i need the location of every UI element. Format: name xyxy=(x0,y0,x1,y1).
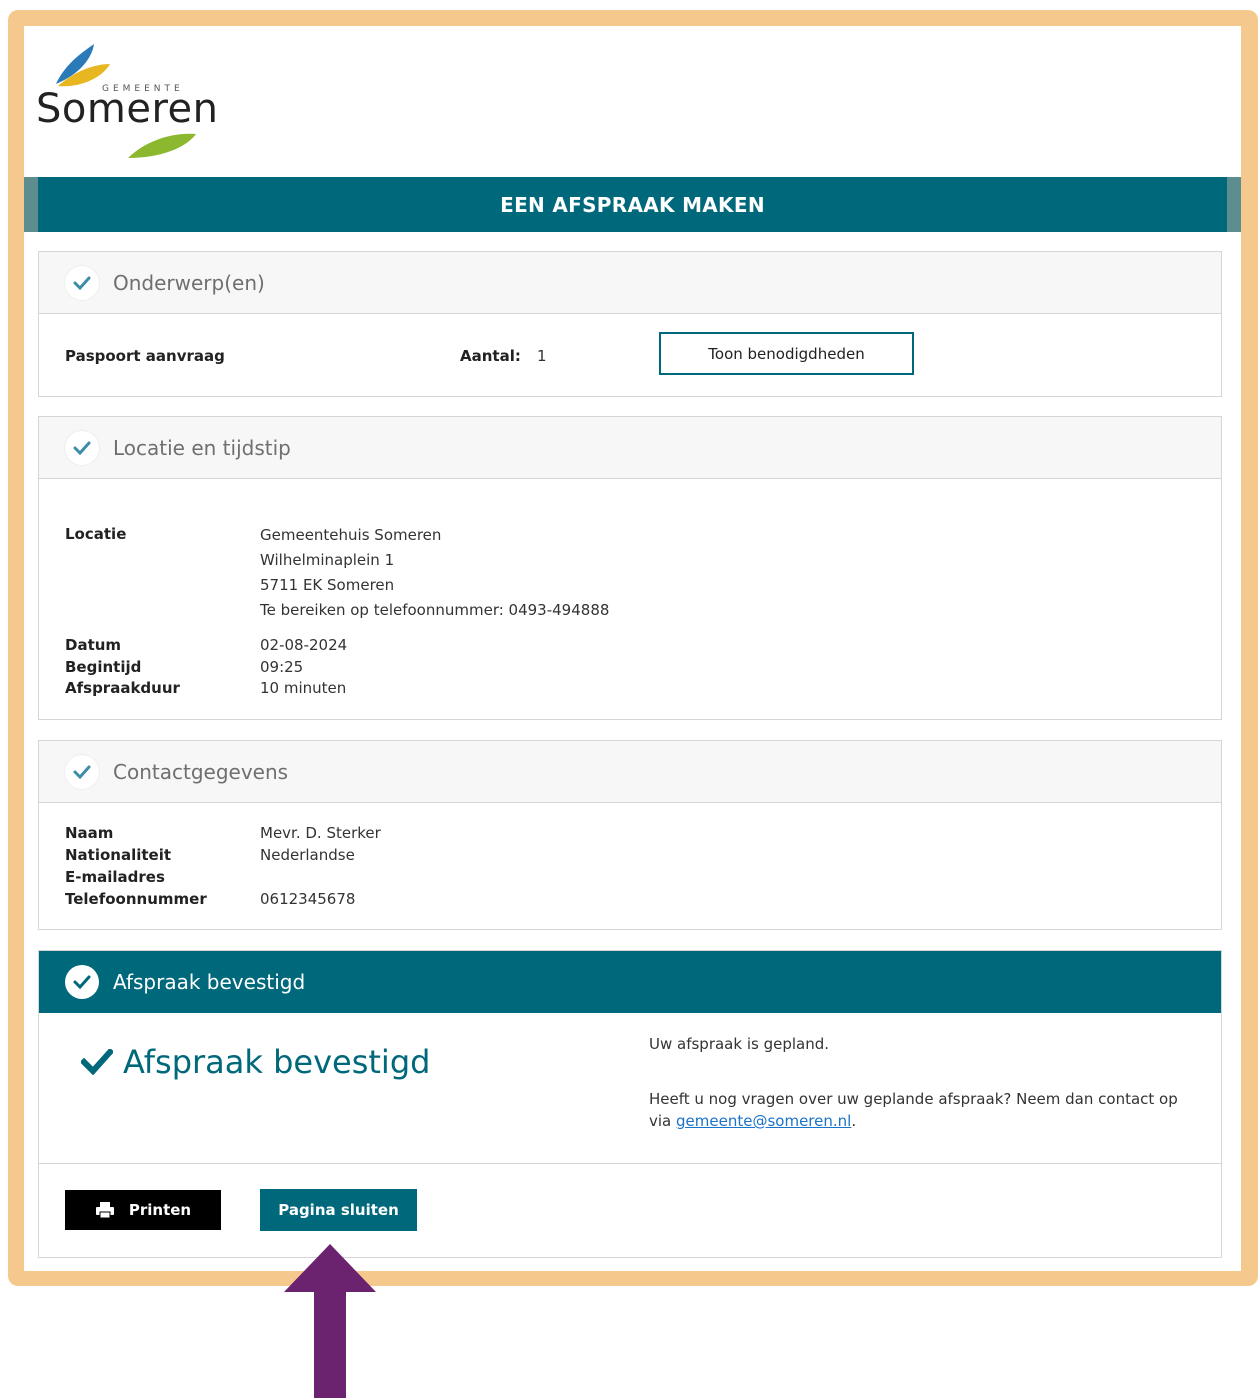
confirmation-panel-header: Afspraak bevestigd xyxy=(39,951,1221,1013)
aantal-value: 1 xyxy=(537,347,547,365)
check-icon xyxy=(65,965,99,999)
period-text: . xyxy=(851,1112,857,1130)
naam-value: Mevr. D. Sterker xyxy=(260,824,381,842)
subjects-title: Onderwerp(en) xyxy=(113,270,265,295)
close-page-button[interactable]: Pagina sluiten xyxy=(260,1189,417,1231)
check-icon xyxy=(65,754,99,789)
subjects-panel-header[interactable]: Onderwerp(en) xyxy=(39,252,1221,314)
printer-icon xyxy=(95,1202,114,1219)
address-line: Gemeentehuis Someren xyxy=(260,526,442,544)
begintijd-label: Begintijd xyxy=(65,658,142,676)
confirmation-title: Afspraak bevestigd xyxy=(113,970,306,994)
planned-text: Uw afspraak is gepland. xyxy=(649,1035,830,1053)
arrow-up-icon xyxy=(284,1244,376,1398)
location-title: Locatie en tijdstip xyxy=(113,435,291,460)
address-line: Te bereiken op telefoonnummer: 0493-4948… xyxy=(260,601,610,619)
contact-title: Contactgegevens xyxy=(113,759,289,784)
check-icon xyxy=(65,430,99,465)
someren-logo[interactable]: GEMEENTE Someren xyxy=(36,40,218,162)
locatie-label: Locatie xyxy=(65,525,127,543)
product-name: Paspoort aanvraag xyxy=(65,347,225,365)
contact-panel-header[interactable]: Contactgegevens xyxy=(39,741,1221,803)
email-link[interactable]: gemeente@someren.nl xyxy=(676,1112,851,1130)
address-line: Wilhelminaplein 1 xyxy=(260,551,395,569)
divider xyxy=(39,1163,1221,1164)
contact-line: via gemeente@someren.nl. xyxy=(649,1112,856,1130)
aantal-label: Aantal: xyxy=(460,347,521,365)
logo-name-text: Someren xyxy=(36,86,219,132)
print-button[interactable]: Printen xyxy=(65,1190,221,1230)
check-icon xyxy=(65,265,99,300)
page-title: EEN AFSPRAAK MAKEN xyxy=(500,192,765,217)
print-label: Printen xyxy=(128,1201,192,1219)
nationaliteit-value: Nederlandse xyxy=(260,846,355,864)
confirmation-panel: Afspraak bevestigd Afspraak bevestigd Uw… xyxy=(38,950,1222,1258)
subjects-panel: Onderwerp(en) Paspoort aanvraag Aantal: … xyxy=(38,251,1222,397)
page-header: EEN AFSPRAAK MAKEN xyxy=(24,177,1241,232)
datum-label: Datum xyxy=(65,636,122,654)
begintijd-value: 09:25 xyxy=(260,658,304,676)
address-line: 5711 EK Someren xyxy=(260,576,395,594)
duur-label: Afspraakduur xyxy=(65,679,180,697)
checkmark-icon xyxy=(81,1049,113,1075)
via-text: via xyxy=(649,1112,672,1130)
telefoon-label: Telefoonnummer xyxy=(65,890,207,908)
confirmed-heading-text: Afspraak bevestigd xyxy=(123,1043,431,1081)
telefoon-value: 0612345678 xyxy=(260,890,356,908)
confirmed-heading: Afspraak bevestigd xyxy=(81,1043,430,1081)
location-panel-header[interactable]: Locatie en tijdstip xyxy=(39,417,1221,479)
datum-value: 02-08-2024 xyxy=(260,636,348,654)
contact-panel: Contactgegevens Naam Mevr. D. Sterker Na… xyxy=(38,740,1222,930)
nationaliteit-label: Nationaliteit xyxy=(65,846,172,864)
question-text: Heeft u nog vragen over uw geplande afsp… xyxy=(649,1090,1178,1108)
duur-value: 10 minuten xyxy=(260,679,347,697)
email-label: E-mailadres xyxy=(65,868,165,886)
location-panel: Locatie en tijdstip Locatie Gemeentehuis… xyxy=(38,416,1222,720)
naam-label: Naam xyxy=(65,824,114,842)
show-requirements-button[interactable]: Toon benodigdheden xyxy=(659,332,914,375)
